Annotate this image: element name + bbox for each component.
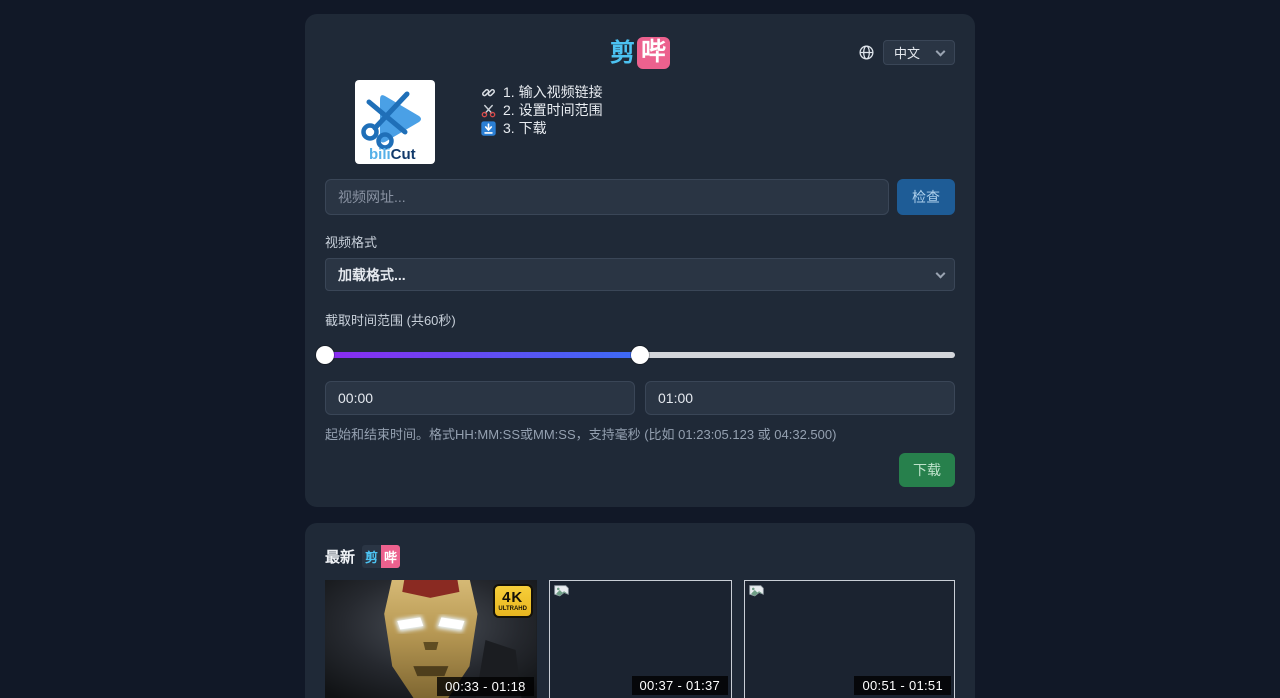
slider-handle-end[interactable] xyxy=(631,346,649,364)
broken-image-icon xyxy=(553,584,570,601)
globe-icon xyxy=(858,44,875,61)
video-card-1[interactable]: 4K ULTRAHD 00:33 - 01:18 【4K超清】全网钢铁侠极限画.… xyxy=(325,580,537,698)
step-2: 2. 设置时间范围 xyxy=(481,101,603,119)
header: 剪 哔 中文 xyxy=(325,36,955,70)
mini-brand-first: 剪 xyxy=(362,545,381,568)
time-inputs-row xyxy=(325,381,955,415)
end-time-input[interactable] xyxy=(645,381,955,415)
language-select-value: 中文 xyxy=(894,43,920,62)
brand-logo-text: 剪 哔 xyxy=(610,37,670,69)
download-icon xyxy=(481,121,496,136)
format-select[interactable]: 加载格式... xyxy=(325,258,955,291)
chevron-down-icon xyxy=(936,268,946,278)
download-button[interactable]: 下载 xyxy=(899,453,955,487)
4k-ultrahd-badge: 4K ULTRAHD xyxy=(493,584,533,618)
start-time-input[interactable] xyxy=(325,381,635,415)
clip-time-range-3: 00:51 - 01:51 xyxy=(854,676,951,695)
video-thumbnail-3: 00:51 - 01:51 xyxy=(744,580,955,698)
download-row: 下载 xyxy=(325,453,955,487)
time-range-slider xyxy=(325,346,955,364)
ultrahd-badge-text: ULTRAHD xyxy=(498,606,527,612)
step-1-label: 1. 输入视频链接 xyxy=(503,82,603,102)
mini-brand-badge: 剪 哔 xyxy=(362,545,400,568)
steps-list: 1. 输入视频链接 2. 设置时间范围 xyxy=(481,83,603,137)
video-card-2[interactable]: 00:37 - 01:37 “每日一遍⚡快乐卡点 ” xyxy=(549,580,732,698)
video-thumbnail-2: 00:37 - 01:37 xyxy=(549,580,732,698)
time-format-hint: 起始和结束时间。格式HH:MM:SS或MM:SS，支持毫秒 (比如 01:23:… xyxy=(325,424,955,443)
latest-heading-text: 最新 xyxy=(325,546,355,567)
brand-first-char: 剪 xyxy=(610,41,635,66)
video-cards-row-1: 4K ULTRAHD 00:33 - 01:18 【4K超清】全网钢铁侠极限画.… xyxy=(325,580,955,698)
main-panel: 剪 哔 中文 xyxy=(305,14,975,507)
latest-panel: 最新 剪 哔 xyxy=(305,523,975,698)
broken-image-icon xyxy=(748,584,765,601)
scissors-icon xyxy=(481,103,496,118)
video-url-input[interactable] xyxy=(325,179,889,215)
mini-brand-second: 哔 xyxy=(381,545,400,568)
slider-handle-start[interactable] xyxy=(316,346,334,364)
language-switcher: 中文 xyxy=(858,40,955,65)
step-1: 1. 输入视频链接 xyxy=(481,83,603,101)
video-card-3[interactable]: 00:51 - 01:51 Blaze and Pickle vs. Crush… xyxy=(744,580,955,698)
intro-section: biliCut 1. 输入视频链接 xyxy=(355,80,955,164)
slider-fill xyxy=(325,352,640,358)
step-2-label: 2. 设置时间范围 xyxy=(503,100,603,120)
link-icon xyxy=(481,85,496,100)
range-label: 截取时间范围 (共60秒) xyxy=(325,310,955,329)
url-row: 检查 xyxy=(325,179,955,215)
step-3-label: 3. 下载 xyxy=(503,118,547,138)
brand-second-char: 哔 xyxy=(637,37,670,69)
format-select-value: 加载格式... xyxy=(338,265,406,285)
language-select[interactable]: 中文 xyxy=(883,40,955,65)
clip-time-range-2: 00:37 - 01:37 xyxy=(632,676,729,695)
clip-time-range-1: 00:33 - 01:18 xyxy=(437,677,534,696)
format-label: 视频格式 xyxy=(325,232,955,251)
check-button[interactable]: 检查 xyxy=(897,179,955,215)
latest-heading: 最新 剪 哔 xyxy=(325,545,955,568)
video-thumbnail-1: 4K ULTRAHD 00:33 - 01:18 xyxy=(325,580,537,698)
chevron-down-icon xyxy=(936,46,946,56)
svg-text:biliCut: biliCut xyxy=(369,146,416,163)
step-3: 3. 下载 xyxy=(481,119,603,137)
4k-badge-text: 4K xyxy=(502,590,523,605)
bilicut-logo: biliCut xyxy=(355,80,435,164)
bilicut-logo-graphic: biliCut xyxy=(355,80,435,164)
